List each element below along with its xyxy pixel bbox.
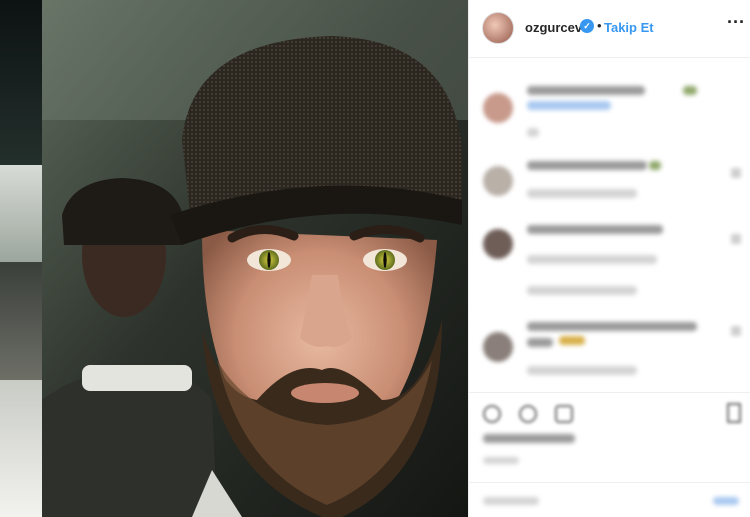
blurred-timestamp [483,457,519,464]
blurred-emoji [559,336,585,345]
post-action-bar [469,392,750,432]
heart-icon[interactable] [483,405,501,423]
blurred-comment-text [527,161,647,170]
comment-icon[interactable] [519,405,537,423]
blurred-hashtag [527,101,611,110]
blurred-comment-meta [527,189,637,198]
more-options-icon[interactable]: ··· [727,12,745,33]
blurred-comment-text [527,225,663,234]
previous-post-bright-area [0,380,42,517]
verified-badge-icon: ✓ [580,19,594,33]
previous-post-light-area [0,165,42,265]
comment-avatar[interactable] [483,332,513,362]
follow-button[interactable]: Takip Et [604,20,654,35]
blurred-view-replies[interactable] [527,286,637,295]
post-header: ozgurcev ✓ • Takip Et ··· [469,0,750,58]
previous-post-mid-area [0,262,42,382]
previous-post-dark-area [0,0,42,170]
blurred-comment-meta [527,255,657,264]
author-avatar[interactable] [482,12,514,44]
comment-like-icon[interactable] [731,234,741,244]
blurred-comment-meta [527,366,637,375]
blurred-timestamp [527,128,539,137]
blurred-emoji [649,161,661,170]
share-icon[interactable] [555,405,573,423]
add-comment-bar [469,482,750,517]
previous-post-edge[interactable] [0,0,42,517]
post-comment-button[interactable] [713,497,739,505]
comment-like-icon[interactable] [731,326,741,336]
blurred-comment-text [527,338,553,347]
bookmark-icon[interactable] [727,403,741,423]
blurred-likes-text [483,434,575,443]
post-photo-illustration [42,0,468,517]
comment-avatar[interactable] [483,93,513,123]
comment-like-icon[interactable] [731,168,741,178]
blurred-comment-text [527,86,645,95]
author-username[interactable]: ozgurcev [525,20,582,35]
blurred-emoji [683,86,697,95]
post-side-panel: ozgurcev ✓ • Takip Et ··· [468,0,750,517]
blurred-comment-text [527,322,697,331]
comment-input[interactable] [483,497,539,505]
comment-avatar[interactable] [483,229,513,259]
header-separator: • [597,18,602,33]
post-photo[interactable] [42,0,468,517]
comment-avatar[interactable] [483,166,513,196]
